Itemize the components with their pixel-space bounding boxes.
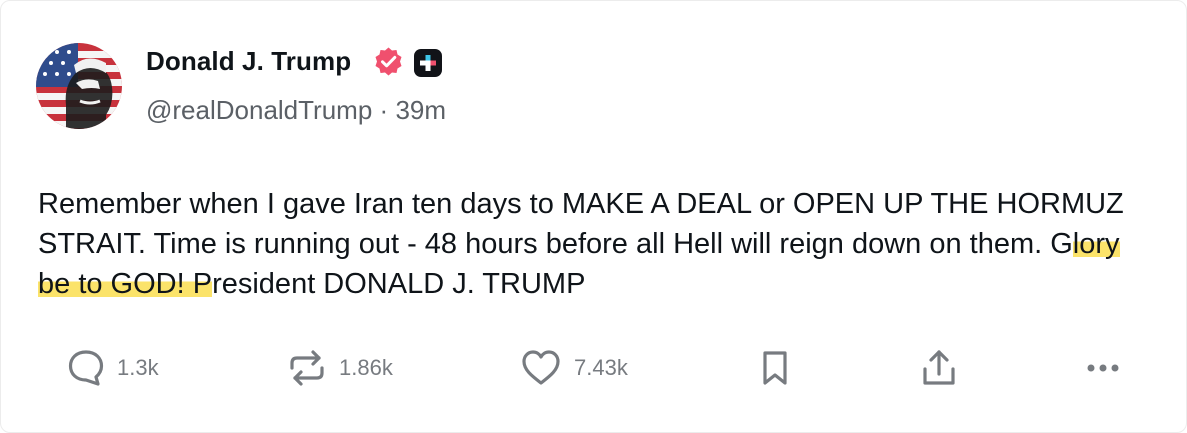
post-card: Donald J. Trump @realDonaldTrump · 39m R…	[0, 0, 1187, 433]
reply-count: 1.3k	[117, 355, 159, 380]
repost-icon	[287, 348, 327, 388]
repost-button[interactable]: 1.86k	[287, 345, 393, 391]
handle[interactable]: @realDonaldTrump	[146, 95, 372, 125]
like-count: 7.43k	[574, 355, 628, 380]
bookmark-icon	[758, 348, 792, 388]
heart-icon	[520, 348, 562, 388]
display-name[interactable]: Donald J. Trump	[146, 45, 351, 77]
reply-button[interactable]: 1.3k	[67, 345, 159, 391]
share-button[interactable]	[919, 345, 959, 391]
plus-badge-icon	[414, 49, 442, 77]
verified-badge-icon	[373, 46, 404, 77]
like-button[interactable]: 7.43k	[520, 345, 628, 391]
timestamp[interactable]: 39m	[395, 95, 446, 125]
share-icon	[919, 347, 959, 389]
repost-count: 1.86k	[339, 355, 393, 380]
bookmark-button[interactable]	[758, 345, 792, 391]
post-text-part-2: resident DONALD J. TRUMP	[212, 268, 586, 300]
post-text: Remember when I gave Iran ten days to MA…	[38, 184, 1158, 304]
post-text-part-1: Remember when I gave Iran ten days to MA…	[38, 188, 1124, 260]
more-icon	[1083, 348, 1125, 388]
avatar[interactable]	[36, 43, 122, 129]
reply-icon	[67, 348, 105, 388]
handle-line: @realDonaldTrump · 39m	[146, 94, 446, 126]
more-button[interactable]	[1083, 345, 1125, 391]
separator: ·	[379, 95, 389, 125]
